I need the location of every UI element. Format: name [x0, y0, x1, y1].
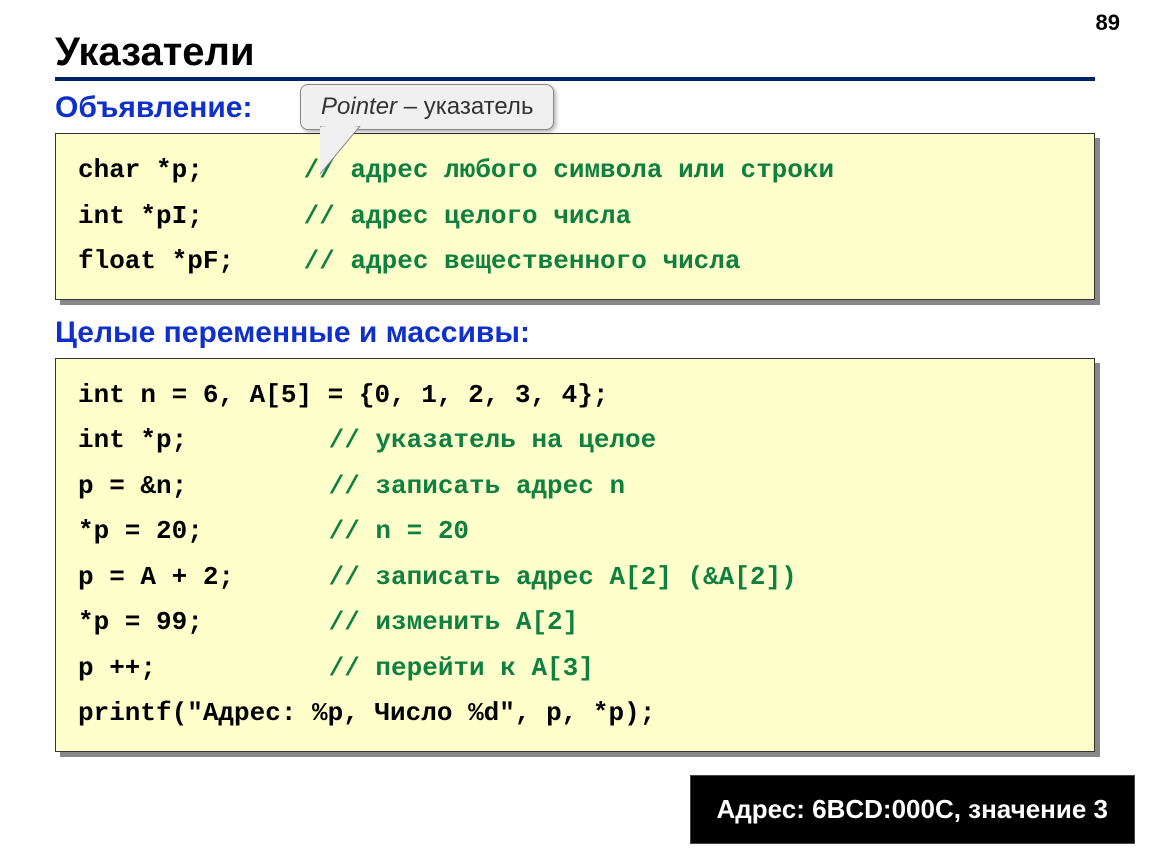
code-line: int n = 6, A[5] = {0, 1, 2, 3, 4};: [78, 373, 1072, 419]
code-text: float *pF;: [78, 239, 288, 285]
code-block-declaration: char *p; // адрес любого символа или стр…: [55, 133, 1095, 300]
slide-title: Указатели: [55, 30, 1095, 81]
code-line: *p = 20; // n = 20: [78, 509, 1072, 555]
code-line: int *pI; // адрес целого числа: [78, 194, 1072, 240]
callout-label: Pointer – указатель: [300, 84, 554, 130]
subtitle-arrays: Целые переменные и массивы:: [55, 316, 1095, 350]
output-result-box: Адрес: 6BCD:000C, значение 3: [690, 775, 1136, 844]
code-comment: // изменить A[2]: [329, 607, 579, 637]
code-text: *p = 20;: [78, 509, 313, 555]
code-line: *p = 99; // изменить A[2]: [78, 600, 1072, 646]
code-text: int *p;: [78, 418, 313, 464]
subtitle-declaration: Объявление:: [55, 91, 1095, 125]
code-line: p ++; // перейти к A[3]: [78, 646, 1072, 692]
code-comment: // записать адрес A[2] (&A[2]): [329, 562, 797, 592]
code-text: *p = 99;: [78, 600, 313, 646]
code-comment: // n = 20: [329, 516, 469, 546]
code-text: p ++;: [78, 646, 313, 692]
code-line: int *p; // указатель на целое: [78, 418, 1072, 464]
slide-content: Указатели Pointer – указатель Объявление…: [0, 0, 1150, 752]
code-line: char *p; // адрес любого символа или стр…: [78, 148, 1072, 194]
code-text: p = A + 2;: [78, 555, 313, 601]
code-comment: // адрес любого символа или строки: [304, 155, 835, 185]
code-text: int *pI;: [78, 194, 288, 240]
page-number: 89: [1096, 10, 1120, 36]
code-block-arrays: int n = 6, A[5] = {0, 1, 2, 3, 4}; int *…: [55, 358, 1095, 752]
code-comment: // адрес вещественного числа: [304, 246, 741, 276]
code-text: char *p;: [78, 148, 288, 194]
callout-tail-icon: [320, 126, 380, 196]
code-comment: // указатель на целое: [329, 425, 657, 455]
code-line: float *pF; // адрес вещественного числа: [78, 239, 1072, 285]
callout-tooltip: Pointer – указатель: [300, 84, 554, 130]
code-text: p = &n;: [78, 464, 313, 510]
code-comment: // записать адрес n: [329, 471, 625, 501]
code-line: printf("Адрес: %p, Число %d", p, *p);: [78, 691, 1072, 737]
code-line: p = A + 2; // записать адрес A[2] (&A[2]…: [78, 555, 1072, 601]
code-comment: // адрес целого числа: [304, 201, 632, 231]
code-comment: // перейти к A[3]: [329, 653, 594, 683]
code-line: p = &n; // записать адрес n: [78, 464, 1072, 510]
